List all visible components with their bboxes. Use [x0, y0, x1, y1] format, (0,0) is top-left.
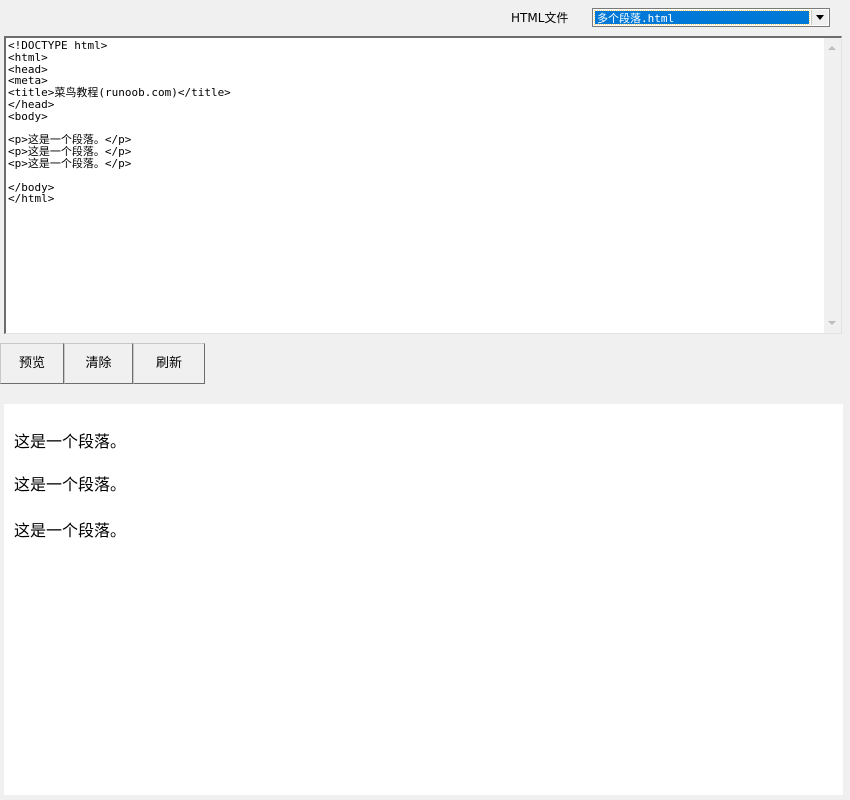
preview-pane: 这是一个段落。 这是一个段落。 这是一个段落。 — [4, 404, 843, 795]
preview-paragraph: 这是一个段落。 — [14, 521, 127, 540]
refresh-button[interactable]: 刷新 — [133, 343, 205, 384]
preview-paragraph: 这是一个段落。 — [14, 432, 127, 451]
scroll-up-icon[interactable] — [828, 46, 836, 50]
preview-paragraph: 这是一个段落。 — [14, 475, 127, 494]
selected-file-name: 多个段落.html — [597, 12, 675, 25]
dropdown-button[interactable] — [811, 10, 828, 25]
file-label: HTML文件 — [511, 11, 569, 25]
top-bar: HTML文件 多个段落.html — [0, 0, 850, 36]
vertical-scrollbar[interactable] — [824, 38, 841, 333]
code-text[interactable]: <!DOCTYPE html> <html> <head> <meta> <ti… — [8, 40, 231, 205]
preview-button[interactable]: 预览 — [0, 343, 64, 384]
selected-value-highlight: 多个段落.html — [594, 10, 810, 25]
scroll-down-icon[interactable] — [828, 321, 836, 325]
code-editor[interactable]: <!DOCTYPE html> <html> <head> <meta> <ti… — [4, 36, 842, 334]
file-select-dropdown[interactable]: 多个段落.html — [592, 8, 830, 27]
chevron-down-icon — [816, 15, 824, 20]
clear-button[interactable]: 清除 — [64, 343, 133, 384]
